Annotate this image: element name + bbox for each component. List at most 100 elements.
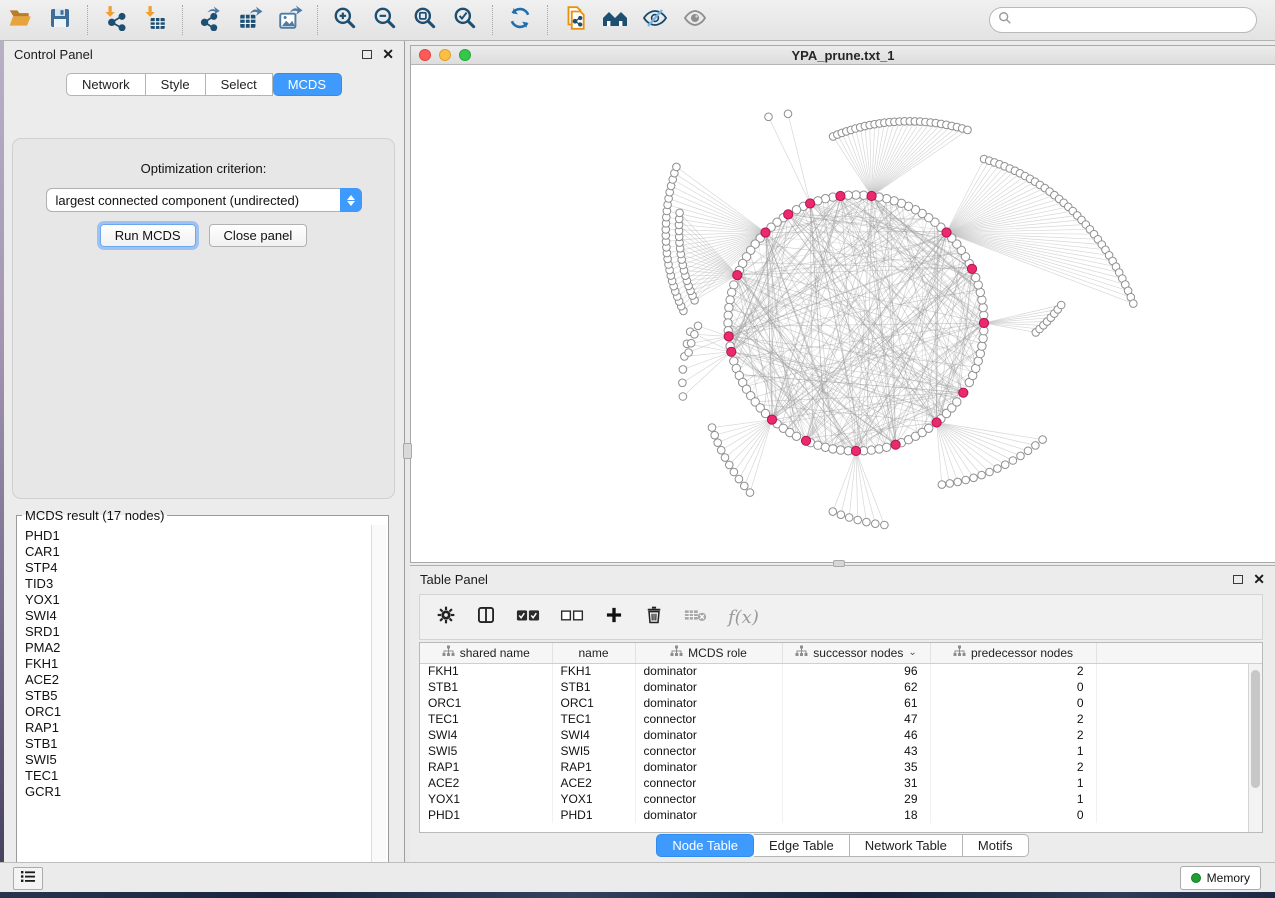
- column-header[interactable]: predecessor nodes: [930, 643, 1096, 663]
- close-table-panel-icon[interactable]: ✕: [1253, 574, 1265, 584]
- table-cell[interactable]: RAP1: [552, 759, 635, 775]
- memory-button[interactable]: Memory: [1180, 866, 1261, 890]
- list-item[interactable]: RAP1: [25, 720, 370, 736]
- table-cell[interactable]: TEC1: [420, 711, 552, 727]
- list-item[interactable]: TID3: [25, 576, 370, 592]
- table-cell[interactable]: 0: [930, 807, 1096, 823]
- list-item[interactable]: STB1: [25, 736, 370, 752]
- zoom-out-button[interactable]: [365, 2, 405, 38]
- tab-network[interactable]: Network: [66, 73, 146, 96]
- table-cell[interactable]: ACE2: [552, 775, 635, 791]
- table-cell[interactable]: RAP1: [420, 759, 552, 775]
- hide-selected-button[interactable]: [635, 2, 675, 38]
- tab-network-table[interactable]: Network Table: [850, 834, 963, 857]
- table-row[interactable]: PHD1PHD1dominator180: [420, 807, 1263, 823]
- list-item[interactable]: GCR1: [25, 784, 370, 800]
- search-box[interactable]: [989, 7, 1257, 33]
- mcds-result-list[interactable]: PHD1CAR1STP4TID3YOX1SWI4SRD1PMA2FKH1ACE2…: [19, 525, 370, 876]
- table-cell[interactable]: 2: [930, 711, 1096, 727]
- splitter-handle[interactable]: [403, 443, 412, 459]
- table-cell[interactable]: 2: [930, 727, 1096, 743]
- table-cell[interactable]: connector: [635, 791, 782, 807]
- table-cell[interactable]: dominator: [635, 727, 782, 743]
- table-cell[interactable]: PHD1: [420, 807, 552, 823]
- column-header[interactable]: shared name: [420, 643, 552, 663]
- table-cell[interactable]: 2: [930, 759, 1096, 775]
- list-item[interactable]: FKH1: [25, 656, 370, 672]
- table-cell[interactable]: 1: [930, 791, 1096, 807]
- float-table-panel-icon[interactable]: [1233, 575, 1243, 584]
- show-all-button[interactable]: [675, 2, 715, 38]
- table-row[interactable]: TEC1TEC1connector472: [420, 711, 1263, 727]
- table-cell[interactable]: 61: [782, 695, 930, 711]
- table-row[interactable]: SWI5SWI5connector431: [420, 743, 1263, 759]
- horizontal-splitter-handle[interactable]: [833, 560, 845, 567]
- table-cell[interactable]: 18: [782, 807, 930, 823]
- network-canvas[interactable]: [411, 65, 1275, 562]
- zoom-selected-button[interactable]: [445, 2, 485, 38]
- table-cell[interactable]: 0: [930, 679, 1096, 695]
- table-cell[interactable]: SWI5: [420, 743, 552, 759]
- table-cell[interactable]: FKH1: [552, 663, 635, 679]
- column-header[interactable]: name: [552, 643, 635, 663]
- tab-mcds[interactable]: MCDS: [273, 73, 342, 96]
- table-row[interactable]: FKH1FKH1dominator962: [420, 663, 1263, 679]
- table-cell[interactable]: YOX1: [420, 791, 552, 807]
- close-panel-button[interactable]: Close panel: [209, 224, 308, 247]
- unselect-all-columns-button[interactable]: [560, 607, 584, 628]
- column-header[interactable]: MCDS role: [635, 643, 782, 663]
- table-cell[interactable]: dominator: [635, 759, 782, 775]
- table-cell[interactable]: connector: [635, 743, 782, 759]
- table-cell[interactable]: ACE2: [420, 775, 552, 791]
- table-scrollbar[interactable]: [1248, 664, 1262, 832]
- zoom-in-button[interactable]: [325, 2, 365, 38]
- table-cell[interactable]: dominator: [635, 807, 782, 823]
- table-cell[interactable]: SWI5: [552, 743, 635, 759]
- list-item[interactable]: CAR1: [25, 544, 370, 560]
- table-row[interactable]: ORC1ORC1dominator610: [420, 695, 1263, 711]
- list-item[interactable]: YOX1: [25, 592, 370, 608]
- column-header[interactable]: successor nodes⌄: [782, 643, 930, 663]
- table-cell[interactable]: 62: [782, 679, 930, 695]
- table-cell[interactable]: 96: [782, 663, 930, 679]
- tab-node-table[interactable]: Node Table: [656, 834, 754, 857]
- float-panel-icon[interactable]: [362, 50, 372, 59]
- show-panels-button[interactable]: [13, 867, 43, 890]
- table-cell[interactable]: 43: [782, 743, 930, 759]
- delete-columns-button[interactable]: [644, 605, 664, 630]
- table-cell[interactable]: SWI4: [420, 727, 552, 743]
- run-mcds-button[interactable]: Run MCDS: [100, 224, 196, 247]
- search-input[interactable]: [1017, 10, 1256, 30]
- table-cell[interactable]: 0: [930, 695, 1096, 711]
- list-item[interactable]: SWI5: [25, 752, 370, 768]
- table-cell[interactable]: 29: [782, 791, 930, 807]
- criterion-dropdown[interactable]: largest connected component (undirected): [46, 188, 362, 212]
- table-row[interactable]: SWI4SWI4dominator462: [420, 727, 1263, 743]
- list-item[interactable]: PHD1: [25, 528, 370, 544]
- table-cell[interactable]: 31: [782, 775, 930, 791]
- table-cell[interactable]: ORC1: [552, 695, 635, 711]
- save-session-button[interactable]: [40, 2, 80, 38]
- table-cell[interactable]: FKH1: [420, 663, 552, 679]
- show-column-button[interactable]: [476, 605, 496, 630]
- table-cell[interactable]: dominator: [635, 679, 782, 695]
- table-cell[interactable]: STB1: [420, 679, 552, 695]
- list-item[interactable]: PMA2: [25, 640, 370, 656]
- vertical-splitter[interactable]: [405, 41, 410, 862]
- table-cell[interactable]: connector: [635, 711, 782, 727]
- close-panel-icon[interactable]: ✕: [382, 49, 394, 59]
- table-cell[interactable]: ORC1: [420, 695, 552, 711]
- create-column-button[interactable]: [604, 605, 624, 630]
- table-row[interactable]: YOX1YOX1connector291: [420, 791, 1263, 807]
- list-item[interactable]: TEC1: [25, 768, 370, 784]
- table-row[interactable]: RAP1RAP1dominator352: [420, 759, 1263, 775]
- table-cell[interactable]: SWI4: [552, 727, 635, 743]
- tab-style[interactable]: Style: [146, 73, 206, 96]
- table-cell[interactable]: 2: [930, 663, 1096, 679]
- table-cell[interactable]: dominator: [635, 663, 782, 679]
- list-item[interactable]: ACE2: [25, 672, 370, 688]
- node-table[interactable]: shared namenameMCDS rolesuccessor nodes⌄…: [420, 643, 1263, 823]
- export-image-button[interactable]: [270, 2, 310, 38]
- export-table-button[interactable]: [230, 2, 270, 38]
- table-cell[interactable]: 1: [930, 775, 1096, 791]
